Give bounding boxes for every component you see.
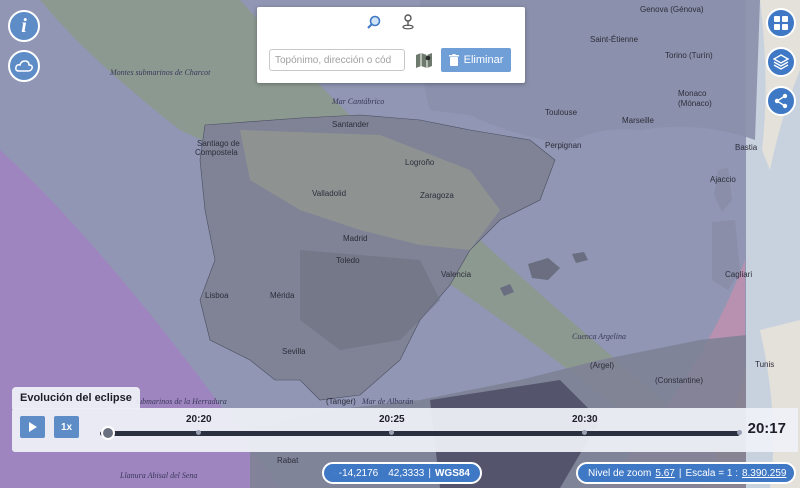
tick-label: 20:30 — [572, 414, 598, 425]
label-genova: Genova (Génova) — [640, 5, 704, 14]
label-sevilla: Sevilla — [282, 347, 306, 356]
timeline-tick — [196, 430, 201, 435]
info-button[interactable]: i — [8, 10, 40, 42]
timeline-tick — [582, 430, 587, 435]
play-icon — [29, 422, 37, 432]
timeline-slider-thumb[interactable] — [101, 426, 115, 440]
label-madrid: Madrid — [343, 234, 367, 243]
label-monaco-2: (Mónaco) — [678, 99, 712, 108]
label-santander: Santander — [332, 120, 369, 129]
label-cagliari: Cagliari — [725, 270, 752, 279]
cursor-icon — [334, 472, 335, 474]
eclipse-timeline: 1x 20:20 20:25 20:30 20:17 — [12, 408, 798, 452]
separator: | — [428, 467, 431, 479]
label-torino: Torino (Turín) — [665, 51, 713, 60]
scale-label: Escala = 1 : — [685, 467, 738, 479]
eclipse-title: Evolución del eclipse — [12, 387, 140, 409]
label-tanger: (Tanger) — [326, 397, 356, 406]
grid-icon — [774, 16, 788, 30]
timeline-tick — [389, 430, 394, 435]
label-herradura: submarinos de la Herradura — [135, 397, 227, 406]
label-constantine: (Constantine) — [655, 376, 703, 385]
pin-tool[interactable] — [399, 13, 417, 31]
coordinates-display: -14,2176 42,3333 | WGS84 — [322, 462, 482, 484]
tick-label: 20:20 — [186, 414, 212, 425]
share-button[interactable] — [766, 86, 796, 116]
label-valencia: Valencia — [441, 270, 472, 279]
latitude-value: 42,3333 — [388, 467, 425, 479]
cloud-icon — [15, 60, 33, 72]
timeline-tick — [737, 430, 742, 435]
longitude-value: -14,2176 — [338, 467, 379, 479]
play-button[interactable] — [20, 416, 45, 438]
layers-icon — [773, 54, 789, 70]
label-marseille: Marseille — [622, 116, 655, 125]
label-cuenca-argelina: Cuenca Argelina — [572, 332, 626, 341]
label-toledo: Toledo — [336, 256, 360, 265]
label-monaco: Monaco — [678, 89, 707, 98]
zoom-label: Nivel de zoom — [588, 467, 652, 479]
tick-label: 20:25 — [379, 414, 405, 425]
label-lisboa: Lisboa — [205, 291, 229, 300]
current-time: 20:17 — [747, 420, 786, 437]
trash-icon — [448, 54, 459, 66]
cloud-button[interactable] — [8, 50, 40, 82]
zoom-value[interactable]: 5.67 — [655, 468, 674, 479]
label-valladolid: Valladolid — [312, 189, 346, 198]
separator: | — [678, 467, 682, 479]
speed-button[interactable]: 1x — [54, 416, 79, 438]
zoom-scale-display: Nivel de zoom 5.67 | Escala = 1 : 8.390.… — [576, 462, 796, 484]
label-cantabrico: Mar Cantábrico — [331, 97, 384, 106]
label-perpignan: Perpignan — [545, 141, 581, 150]
label-alboran: Mar de Alborán — [361, 397, 413, 406]
label-abisal: Llanura Abisal del Sena — [119, 471, 197, 480]
label-merida: Mérida — [270, 291, 295, 300]
share-icon — [774, 93, 788, 109]
delete-label: Eliminar — [463, 54, 504, 66]
search-panel: Eliminar — [257, 7, 525, 83]
search-tools — [257, 13, 525, 35]
label-santiago-2: Compostela — [195, 148, 238, 157]
label-alger: (Argel) — [590, 361, 614, 370]
search-location-tool[interactable] — [365, 13, 383, 31]
apps-button[interactable] — [766, 8, 796, 38]
pin-icon — [402, 14, 414, 30]
label-logrono: Logroño — [405, 158, 435, 167]
label-ajaccio: Ajaccio — [710, 175, 736, 184]
scale-value[interactable]: 8.390.259 — [742, 468, 787, 479]
layers-button[interactable] — [766, 47, 796, 77]
map-search-icon[interactable] — [414, 50, 434, 70]
label-charcot: Montes submarinos de Charcot — [109, 68, 211, 77]
label-bastia: Bastia — [735, 143, 758, 152]
search-location-icon — [367, 15, 381, 29]
label-tunis: Tunis — [755, 360, 774, 369]
label-toulouse: Toulouse — [545, 108, 578, 117]
label-santiago-1: Santiago de — [197, 139, 240, 148]
label-zaragoza: Zaragoza — [420, 191, 454, 200]
label-rabat: Rabat — [277, 456, 299, 465]
search-input[interactable] — [269, 49, 405, 71]
label-saint-etienne: Saint-Étienne — [590, 35, 639, 44]
crs-label[interactable]: WGS84 — [435, 468, 470, 479]
delete-button[interactable]: Eliminar — [441, 48, 511, 72]
